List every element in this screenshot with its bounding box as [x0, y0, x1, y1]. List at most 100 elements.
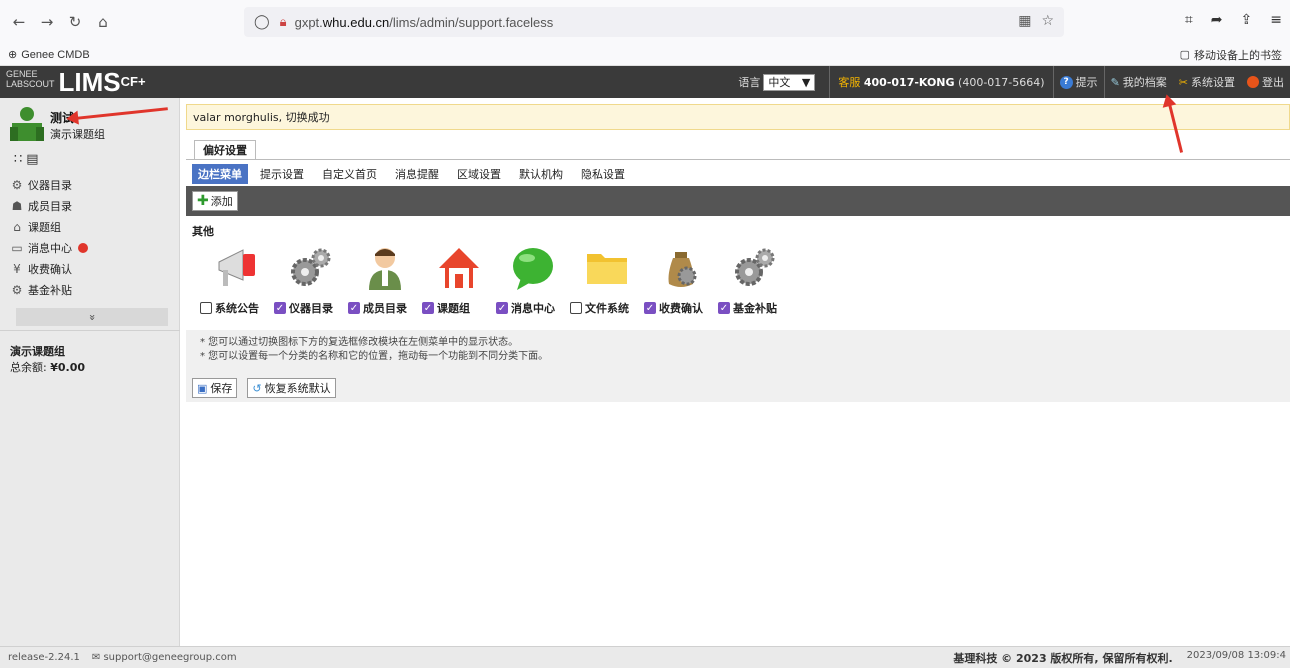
- sidebar-item-groups[interactable]: ⌂ 课题组: [10, 216, 88, 237]
- shield-icon: ◯: [254, 14, 270, 30]
- module-groups[interactable]: ✓ 课题组: [422, 244, 496, 315]
- subtab-privacy[interactable]: 隐私设置: [575, 164, 631, 184]
- address-bar[interactable]: ◯ 🔒︎ gxpt.whu.edu.cn/lims/admin/support.…: [244, 7, 1064, 37]
- hint-line-1: * 您可以通过切换图标下方的复选框修改模块在左侧菜单中的显示状态。: [200, 337, 519, 348]
- logo[interactable]: GENEE LABSCOUT LIMSCF+: [6, 68, 146, 96]
- logo-genee: GENEE: [6, 69, 38, 79]
- message-icon: ▭: [11, 240, 23, 255]
- extensions-icon[interactable]: ⇪: [1241, 12, 1253, 28]
- language-select[interactable]: 中文 ▼: [763, 73, 816, 91]
- section-title: 其他: [192, 225, 214, 238]
- folder-icon: [583, 244, 631, 292]
- hint-line-2: * 您可以设置每一个分类的名称和它的位置，拖动每一个功能到不同分类下面。: [200, 351, 549, 362]
- add-button[interactable]: ✚ 添加: [192, 191, 238, 211]
- tab-preferences[interactable]: 偏好设置: [194, 140, 256, 159]
- gear-icon: ⚙: [11, 282, 23, 297]
- balance-panel: 演示课题组 总余额: ¥0.00: [10, 343, 85, 375]
- bookmark-star-icon[interactable]: ☆: [1041, 13, 1054, 29]
- subtab-hint-settings[interactable]: 提示设置: [254, 164, 310, 184]
- module-members[interactable]: ✓ 成员目录: [348, 244, 422, 315]
- sidebar-item-instruments[interactable]: ⚙ 仪器目录: [10, 174, 88, 195]
- yen-icon: ¥: [13, 261, 21, 276]
- house-icon: [435, 244, 483, 292]
- checkbox-instruments[interactable]: ✓: [274, 302, 286, 314]
- checkbox-messages[interactable]: ✓: [496, 302, 508, 314]
- list-view-icon[interactable]: ▤: [26, 152, 38, 167]
- mobile-bookmarks[interactable]: ▢ 移动设备上的书签: [1180, 47, 1282, 63]
- subtab-region[interactable]: 区域设置: [451, 164, 507, 184]
- screenshot-icon[interactable]: ⌗: [1185, 12, 1193, 28]
- module-list: 系统公告 ✓ 仪器目录 ✓ 成员目录 ✓ 课题组 ✓ 消息中心 文件系统 ✓ 收…: [200, 244, 792, 315]
- person-icon: ☗: [11, 198, 23, 213]
- checkbox-groups[interactable]: ✓: [422, 302, 434, 314]
- module-charges[interactable]: ✓ 收费确认: [644, 244, 718, 315]
- copyright: 基理科技 © 2023 版权所有, 保留所有权利.: [953, 651, 1173, 665]
- help-link[interactable]: ? 提示: [1054, 74, 1104, 90]
- action-bar: ✚ 添加: [186, 186, 1290, 216]
- bookmark-genee-cmdb[interactable]: ⊕ Genee CMDB: [8, 48, 90, 62]
- reload-icon[interactable]: ↻: [64, 11, 86, 33]
- subtab-default-org[interactable]: 默认机构: [513, 164, 569, 184]
- balance-amount: 总余额: ¥0.00: [10, 361, 86, 374]
- success-notice: valar morghulis, 切换成功: [186, 104, 1290, 130]
- module-instruments[interactable]: ✓ 仪器目录: [274, 244, 348, 315]
- support-email[interactable]: ✉ support@geneegroup.com: [92, 652, 237, 663]
- language-label: 语言: [738, 76, 761, 89]
- sidebar-menu: ⚙ 仪器目录 ☗ 成员目录 ⌂ 课题组 ▭ 消息中心 ¥ 收费确认 ⚙ 基金补贴: [10, 174, 88, 300]
- hotline: 客服 400-017-KONG (400-017-5664): [838, 76, 1045, 89]
- checkbox-funding[interactable]: ✓: [718, 302, 730, 314]
- module-announcement[interactable]: 系统公告: [200, 244, 274, 315]
- checkbox-members[interactable]: ✓: [348, 302, 360, 314]
- checkbox-files[interactable]: [570, 302, 582, 314]
- save-button[interactable]: ▣ 保存: [192, 378, 238, 398]
- bookmarks-bar: ⊕ Genee CMDB ▢ 移动设备上的书签: [0, 44, 1290, 66]
- expand-menu-button[interactable]: »: [16, 308, 168, 326]
- gears-icon: [287, 244, 335, 292]
- dropdown-arrow-icon: ▼: [801, 75, 811, 89]
- system-settings-link[interactable]: ✂ 系统设置: [1173, 74, 1241, 90]
- logout-link[interactable]: 登出: [1241, 74, 1290, 90]
- sidebar-item-messages[interactable]: ▭ 消息中心: [10, 237, 88, 258]
- sidebar-item-funding[interactable]: ⚙ 基金补贴: [10, 279, 88, 300]
- gears-icon: [731, 244, 779, 292]
- balance-group: 演示课题组: [10, 345, 65, 358]
- sidebar: 测试 演示课题组 ∷ ▤ ⚙ 仪器目录 ☗ 成员目录 ⌂ 课题组 ▭ 消息中心 …: [0, 98, 180, 646]
- person-icon: [361, 244, 409, 292]
- checkbox-charges[interactable]: ✓: [644, 302, 656, 314]
- share-icon[interactable]: ➦: [1211, 12, 1223, 28]
- subtab-notifications[interactable]: 消息提醒: [389, 164, 445, 184]
- plus-icon: ✚: [197, 193, 209, 209]
- unread-badge: [78, 242, 88, 253]
- my-profile-link[interactable]: ✎ 我的档案: [1105, 74, 1173, 90]
- hint-area: * 您可以通过切换图标下方的复选框修改模块在左侧菜单中的显示状态。 * 您可以设…: [186, 330, 1290, 402]
- restore-defaults-button[interactable]: ↺ 恢复系统默认: [247, 378, 336, 398]
- floppy-icon: ▣: [197, 381, 208, 395]
- version: release-2.24.1: [8, 652, 80, 663]
- module-files[interactable]: 文件系统: [570, 244, 644, 315]
- folder-icon: ▢: [1179, 49, 1190, 61]
- module-funding[interactable]: ✓ 基金补贴: [718, 244, 792, 315]
- money-bag-icon: [657, 244, 705, 292]
- group-icon: [10, 107, 46, 143]
- datetime: 2023/09/08 13:09:4: [1186, 649, 1286, 661]
- edit-icon: ✎: [1110, 75, 1120, 89]
- sidebar-item-members[interactable]: ☗ 成员目录: [10, 195, 88, 216]
- view-toggle[interactable]: ∷ ▤: [14, 152, 39, 167]
- megaphone-icon: [213, 244, 261, 292]
- sidebar-item-charges[interactable]: ¥ 收费确认: [10, 258, 88, 279]
- qr-code-icon[interactable]: ▦: [1018, 13, 1031, 29]
- back-icon[interactable]: ←: [8, 11, 30, 33]
- subtab-sidebar-menu[interactable]: 边栏菜单: [192, 164, 248, 184]
- group-subtitle: 演示课题组: [50, 127, 105, 141]
- insecure-lock-icon[interactable]: 🔒︎: [280, 15, 287, 30]
- menu-icon[interactable]: ≡: [1270, 12, 1282, 28]
- module-messages[interactable]: ✓ 消息中心: [496, 244, 570, 315]
- help-icon: ?: [1059, 75, 1073, 89]
- checkbox-announcement[interactable]: [200, 302, 212, 314]
- grid-view-icon[interactable]: ∷: [14, 152, 22, 167]
- restore-icon: ↺: [252, 381, 262, 395]
- status-bar: release-2.24.1 ✉ support@geneegroup.com …: [0, 646, 1290, 668]
- forward-icon[interactable]: →: [36, 11, 58, 33]
- home-icon[interactable]: ⌂: [92, 11, 114, 33]
- subtab-custom-home[interactable]: 自定义首页: [316, 164, 383, 184]
